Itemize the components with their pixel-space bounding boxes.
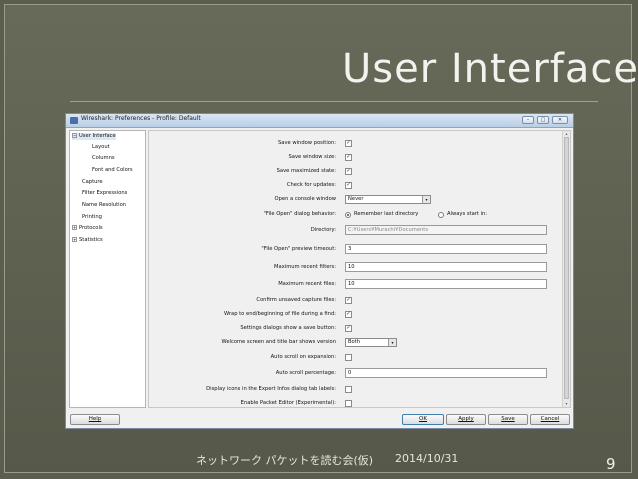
cancel-button-label: Cancel: [540, 416, 560, 422]
tree-item-label: User Interface: [79, 133, 116, 139]
save-button-label: Save: [501, 416, 515, 422]
minimize-button[interactable]: –: [522, 116, 534, 124]
window-title: Wireshark: Preferences - Profile: Defaul…: [81, 115, 201, 122]
tree-item-layout[interactable]: Layout: [92, 144, 110, 151]
open-console-window-select[interactable]: Never ▾: [345, 195, 431, 204]
file-open-preview-timeout-label: "File Open" preview timeout:: [261, 246, 336, 252]
vertical-scrollbar[interactable]: ▴ ▾: [562, 131, 570, 407]
select-value: Both: [348, 339, 361, 345]
tree-item-protocols[interactable]: + Protocols: [72, 225, 103, 232]
save-window-size-label: Save window size:: [288, 154, 336, 160]
slide-page-number: 9: [606, 455, 616, 473]
wrap-find-label: Wrap to end/beginning of file during a f…: [224, 311, 336, 317]
expert-infos-icons-label: Display icons in the Expert Infos dialog…: [206, 386, 336, 392]
slide-footer-text: ネットワーク パケットを読む会(仮): [196, 454, 374, 467]
help-button[interactable]: Help: [70, 414, 120, 425]
tree-item-capture[interactable]: Capture: [82, 179, 103, 186]
preferences-tree: − User Interface Layout Columns Font and …: [69, 130, 146, 408]
wrap-find-checkbox[interactable]: ✓: [345, 311, 352, 318]
auto-scroll-expansion-checkbox[interactable]: [345, 354, 352, 361]
expert-infos-icons-checkbox[interactable]: [345, 386, 352, 393]
file-open-behavior-label: "File Open" dialog behavior:: [263, 211, 337, 217]
remember-last-directory-radio[interactable]: [345, 212, 351, 218]
enable-packet-editor-checkbox[interactable]: [345, 400, 352, 407]
tree-item-printing[interactable]: Printing: [82, 214, 102, 221]
ok-button[interactable]: OK: [402, 414, 444, 425]
welcome-title-version-label: Welcome screen and title bar shows versi…: [221, 339, 336, 345]
open-console-window-label: Open a console window: [274, 196, 337, 202]
confirm-unsaved-checkbox[interactable]: ✓: [345, 297, 352, 304]
directory-label: Directory:: [310, 227, 336, 233]
chevron-down-icon[interactable]: ▾: [422, 196, 430, 203]
auto-scroll-percentage-field[interactable]: 0: [345, 368, 547, 378]
save-window-size-checkbox[interactable]: ✓: [345, 154, 352, 161]
always-start-in-label: Always start in:: [447, 211, 488, 217]
settings-save-button-label: Settings dialogs show a save button:: [240, 325, 336, 331]
auto-scroll-percentage-label: Auto scroll percentage:: [275, 370, 336, 376]
tree-item-filter-expressions[interactable]: Filter Expressions: [82, 190, 127, 197]
save-window-position-label: Save window position:: [277, 140, 336, 146]
settings-panel: Save window position: ✓ Save window size…: [148, 130, 571, 408]
cancel-button[interactable]: Cancel: [530, 414, 570, 425]
maximum-recent-files-label: Maximum recent files:: [278, 281, 336, 287]
slide-footer-date: 2014/10/31: [395, 452, 459, 465]
auto-scroll-expansion-label: Auto scroll on expansion:: [270, 354, 336, 360]
settings-save-button-checkbox[interactable]: ✓: [345, 325, 352, 332]
confirm-unsaved-label: Confirm unsaved capture files:: [256, 297, 336, 303]
tree-item-statistics[interactable]: + Statistics: [72, 237, 103, 244]
expand-icon[interactable]: +: [72, 225, 77, 230]
directory-field[interactable]: C:¥Users¥Murachi¥Documents: [345, 225, 547, 235]
tree-item-label: Statistics: [79, 237, 103, 243]
preferences-window: Wireshark: Preferences - Profile: Defaul…: [65, 113, 574, 429]
check-for-updates-label: Check for updates:: [286, 182, 336, 188]
tree-item-name-resolution[interactable]: Name Resolution: [82, 202, 126, 209]
enable-packet-editor-label: Enable Packet Editor (Experimental):: [240, 400, 336, 406]
remember-last-directory-label: Remember last directory: [354, 211, 419, 217]
ok-button-label: OK: [419, 416, 427, 422]
chevron-down-icon[interactable]: ▾: [388, 339, 396, 346]
save-window-position-checkbox[interactable]: ✓: [345, 140, 352, 147]
close-button[interactable]: ✕: [552, 116, 568, 124]
scroll-down-icon[interactable]: ▾: [563, 401, 570, 407]
maximum-recent-files-field[interactable]: 10: [345, 279, 547, 289]
apply-button-label: Apply: [458, 416, 474, 422]
tree-item-columns[interactable]: Columns: [92, 155, 115, 162]
maximum-recent-filters-label: Maximum recent filters:: [274, 264, 336, 270]
maximum-recent-filters-field[interactable]: 10: [345, 262, 547, 272]
wireshark-app-icon: [70, 117, 78, 124]
save-maximized-state-label: Save maximized state:: [276, 168, 336, 174]
always-start-in-radio[interactable]: [438, 212, 444, 218]
title-divider: [70, 101, 598, 102]
help-button-label: Help: [88, 416, 102, 422]
save-button[interactable]: Save: [488, 414, 528, 425]
file-open-preview-timeout-field[interactable]: 3: [345, 244, 547, 254]
window-titlebar[interactable]: Wireshark: Preferences - Profile: Defaul…: [66, 114, 573, 128]
tree-item-font-and-colors[interactable]: Font and Colors: [92, 167, 133, 174]
maximize-button[interactable]: □: [537, 116, 549, 124]
apply-button[interactable]: Apply: [446, 414, 486, 425]
collapse-icon[interactable]: −: [72, 133, 77, 138]
tree-item-user-interface[interactable]: − User Interface: [72, 133, 116, 140]
tree-item-label: Protocols: [79, 225, 103, 231]
scrollbar-thumb[interactable]: [564, 137, 569, 399]
check-for-updates-checkbox[interactable]: ✓: [345, 182, 352, 189]
welcome-title-version-select[interactable]: Both ▾: [345, 338, 397, 347]
expand-icon[interactable]: +: [72, 237, 77, 242]
slide-title: User Interface: [342, 46, 638, 92]
select-value: Never: [348, 196, 364, 202]
save-maximized-state-checkbox[interactable]: ✓: [345, 168, 352, 175]
